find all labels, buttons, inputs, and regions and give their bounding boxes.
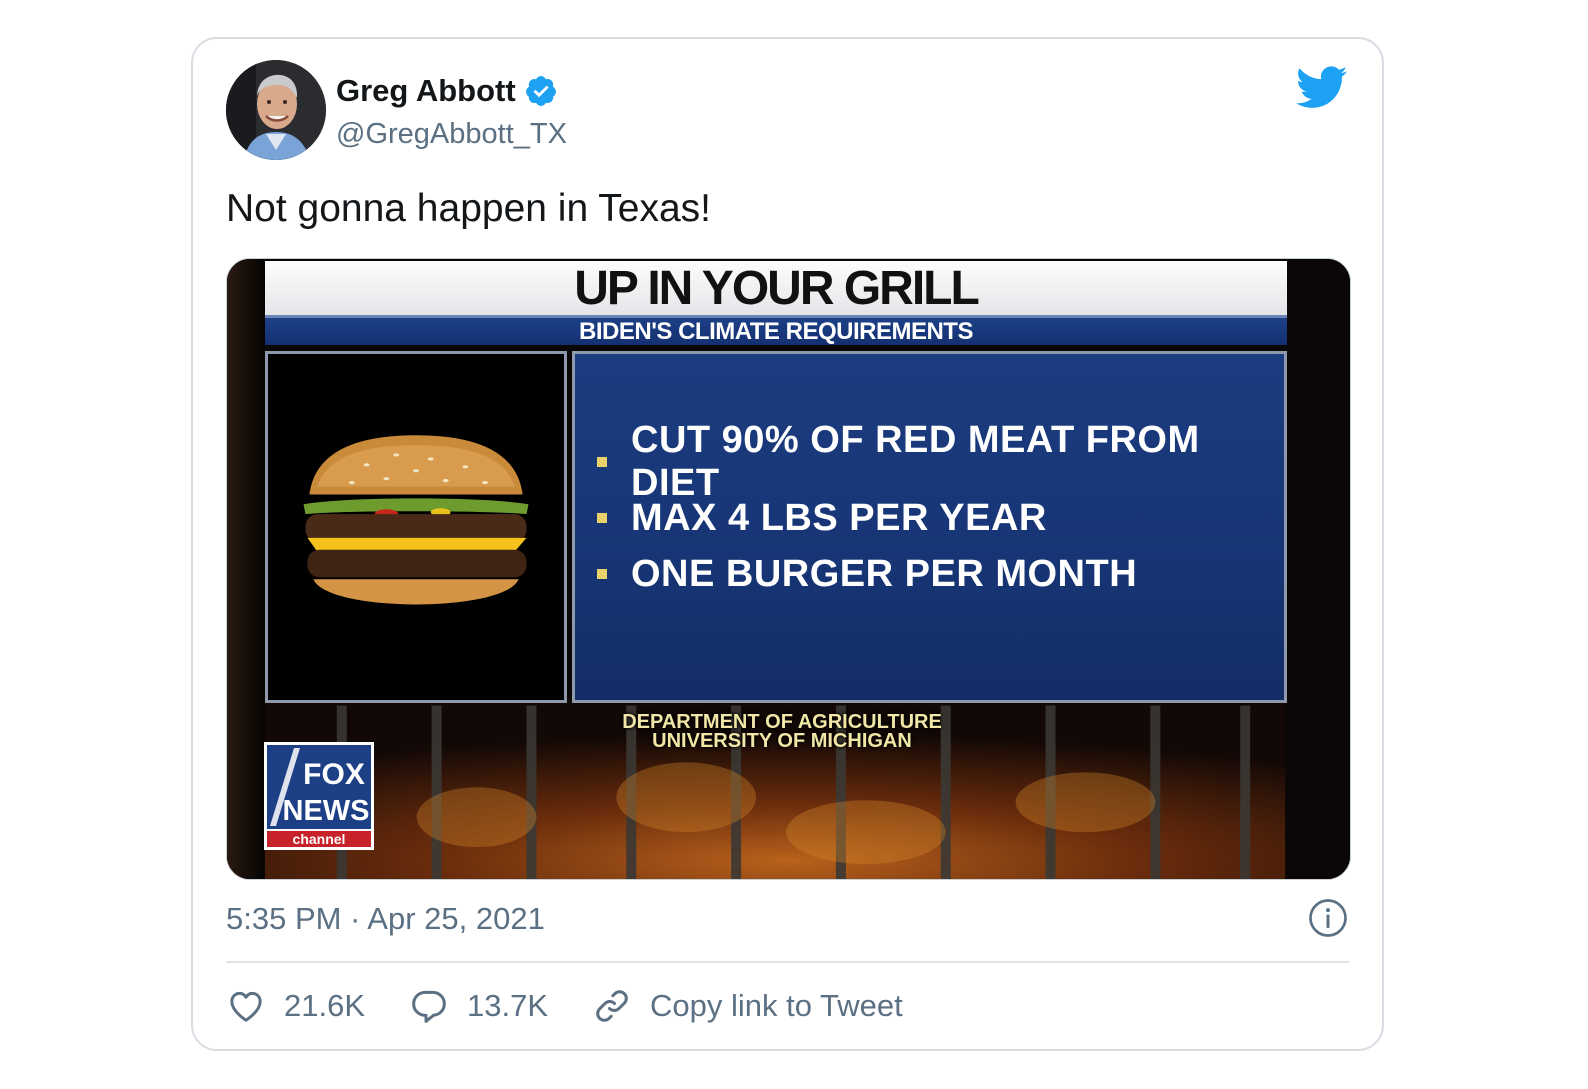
copy-link-label: Copy link to Tweet: [650, 988, 903, 1023]
info-icon[interactable]: [1308, 898, 1348, 938]
fox-news-logo: FOX NEWS channel: [264, 742, 374, 850]
bullet-icon: [597, 513, 607, 523]
requirement-text: MAX 4 LBS PER YEAR: [631, 496, 1047, 539]
speech-bubble-icon: [412, 990, 446, 1023]
reply-count: 13.7K: [467, 988, 549, 1023]
source-caption: DEPARTMENT OF AGRICULTURE UNIVERSITY OF …: [557, 712, 1007, 752]
bullet-icon: [597, 457, 607, 467]
graphic-subtitle: BIDEN'S CLIMATE REQUIREMENTS: [265, 315, 1287, 345]
twitter-bird-icon[interactable]: [1296, 66, 1348, 110]
logo-text-channel: channel: [293, 831, 346, 847]
display-name[interactable]: Greg Abbott: [336, 73, 516, 109]
source-line: UNIVERSITY OF MICHIGAN: [652, 730, 912, 752]
requirement-text: CUT 90% OF RED MEAT FROM DIET: [631, 419, 1200, 504]
graphic-title: UP IN YOUR GRILL: [265, 261, 1287, 315]
verified-badge-icon: [525, 76, 556, 106]
requirements-panel: CUT 90% OF RED MEAT FROM DIET MAX 4 LBS …: [572, 351, 1287, 703]
bullet-icon: [597, 569, 607, 579]
like-count: 21.6K: [284, 988, 366, 1023]
requirement-item: CUT 90% OF RED MEAT FROM DIET: [597, 419, 1284, 504]
burger-image: [268, 356, 564, 698]
divider: [226, 961, 1349, 963]
tweet-text: Not gonna happen in Texas!: [226, 187, 711, 230]
tweet-card[interactable]: Greg Abbott @GregAbbott_TX Not gonna hap…: [191, 37, 1384, 1051]
tweet-timestamp[interactable]: 5:35 PM · Apr 25, 2021: [226, 901, 545, 937]
action-bar: 21.6K 13.7K Copy link to Tweet: [226, 986, 947, 1026]
like-button[interactable]: 21.6K: [226, 986, 365, 1026]
reply-button[interactable]: 13.7K: [409, 986, 548, 1026]
logo-text-fox: FOX: [303, 758, 365, 791]
requirement-item: ONE BURGER PER MONTH: [597, 546, 1284, 602]
requirement-text: ONE BURGER PER MONTH: [631, 552, 1138, 595]
user-handle[interactable]: @GregAbbott_TX: [336, 118, 567, 151]
logo-text-news: NEWS: [283, 795, 370, 827]
burger-panel: [265, 351, 567, 703]
link-icon: [596, 990, 628, 1022]
avatar[interactable]: [226, 60, 326, 160]
heart-icon: [230, 991, 262, 1022]
avatar-image: [226, 60, 326, 160]
copy-link-button[interactable]: Copy link to Tweet: [592, 986, 903, 1026]
tweet-media[interactable]: UP IN YOUR GRILL BIDEN'S CLIMATE REQUIRE…: [226, 258, 1351, 880]
